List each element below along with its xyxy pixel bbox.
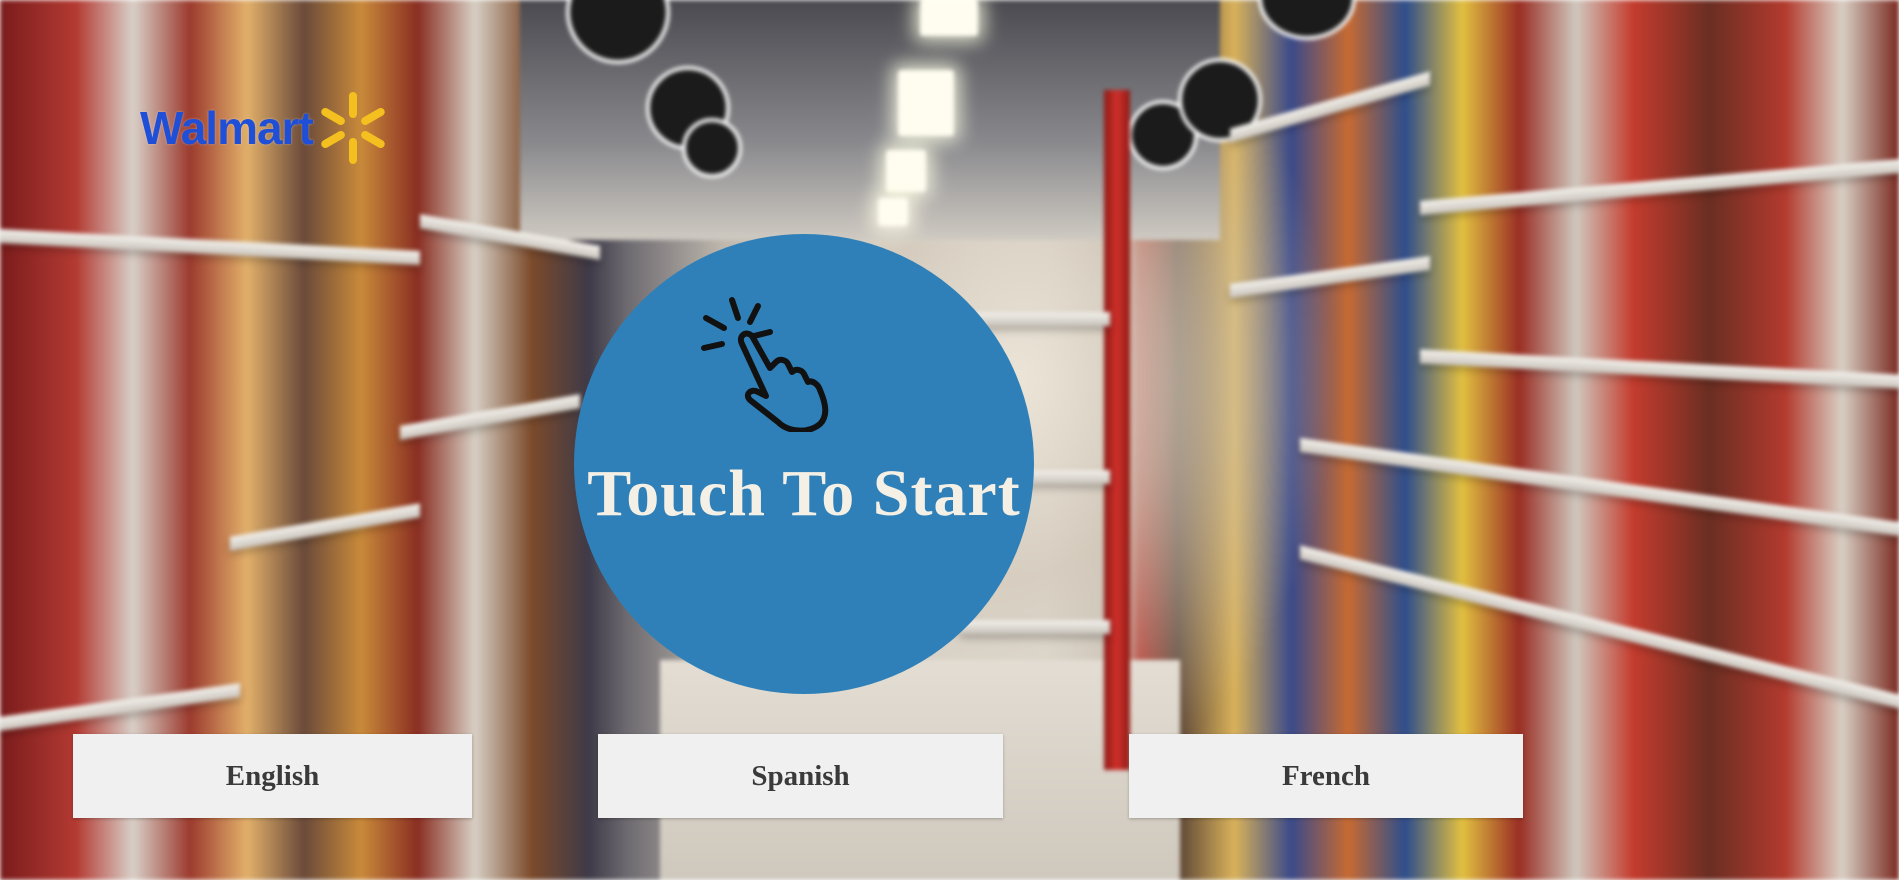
shelf-edge bbox=[1230, 255, 1430, 299]
aisle-sign bbox=[682, 118, 742, 178]
shelf-edge bbox=[0, 228, 420, 266]
shelf-edge bbox=[1300, 437, 1899, 537]
shelf-edge bbox=[960, 620, 1110, 634]
spark-icon bbox=[321, 92, 385, 164]
shelf-edge bbox=[1420, 159, 1899, 215]
touch-to-start-button[interactable]: Touch To Start bbox=[574, 234, 1034, 694]
spanish-button[interactable]: Spanish bbox=[598, 734, 1003, 818]
shelf-edge bbox=[1300, 545, 1899, 709]
shelf-edge bbox=[0, 683, 240, 731]
ceiling-light bbox=[878, 198, 908, 226]
french-button[interactable]: French bbox=[1129, 734, 1523, 818]
tap-hand-icon bbox=[701, 297, 829, 432]
shelf-post bbox=[1104, 90, 1130, 770]
shelf-edge bbox=[1420, 349, 1899, 389]
touch-to-start-label: Touch To Start bbox=[587, 457, 1021, 530]
aisle-sign bbox=[1258, 0, 1356, 40]
ceiling-light bbox=[920, 0, 978, 36]
ceiling-light bbox=[898, 70, 954, 136]
shelf-edge bbox=[400, 394, 580, 440]
logo-wordmark: Walmart bbox=[140, 102, 314, 154]
ceiling-light bbox=[886, 150, 926, 192]
english-button[interactable]: English bbox=[73, 734, 472, 818]
walmart-logo: Walmart bbox=[140, 88, 385, 168]
shelf-edge bbox=[230, 503, 420, 551]
